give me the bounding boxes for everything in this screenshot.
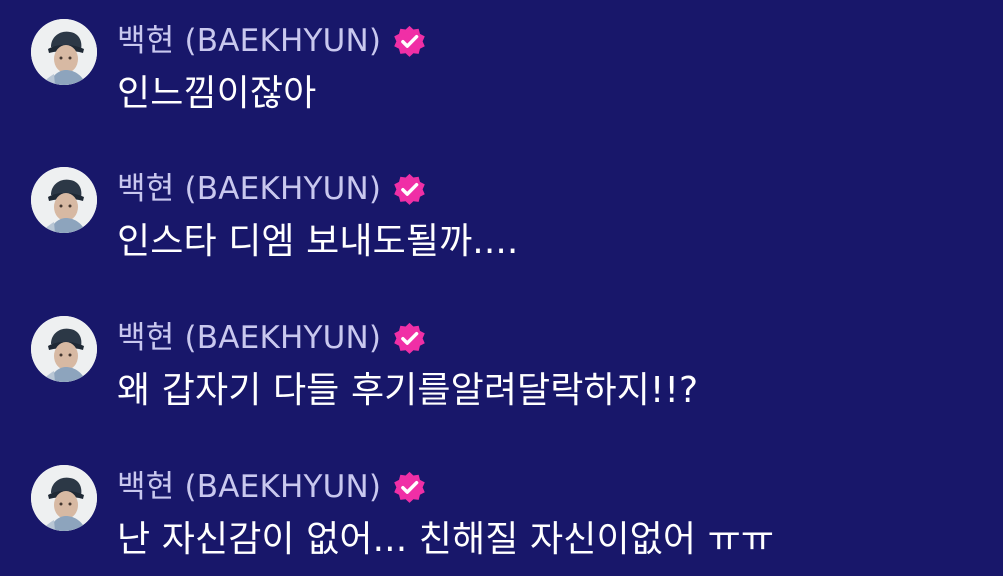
avatar[interactable]: [31, 465, 97, 531]
author-row: 백현 (BAEKHYUN): [117, 167, 426, 211]
author-name[interactable]: 백현 (BAEKHYUN): [117, 19, 381, 63]
avatar[interactable]: [31, 316, 97, 382]
author-row: 백현 (BAEKHYUN): [117, 316, 426, 360]
message-text: 인스타 디엠 보내도될까....: [117, 221, 519, 262]
profile-photo-icon: [31, 167, 97, 233]
message-item: 백현 (BAEKHYUN) 인느낌이잖아: [0, 0, 1003, 130]
message-text: 왜 갑자기 다들 후기를알려달락하지!!?: [117, 370, 699, 411]
avatar[interactable]: [31, 167, 97, 233]
verified-badge-icon: [394, 471, 425, 503]
message-feed: 백현 (BAEKHYUN) 인느낌이잖아 백현 (BAEKHYUN) 인스타 디…: [0, 0, 1003, 560]
author-name[interactable]: 백현 (BAEKHYUN): [117, 167, 381, 211]
profile-photo-icon: [31, 19, 97, 85]
verified-badge-icon: [394, 173, 425, 205]
profile-photo-icon: [31, 316, 97, 382]
profile-photo-icon: [31, 465, 97, 531]
author-row: 백현 (BAEKHYUN): [117, 465, 426, 509]
message-text: 난 자신감이 없어... 친해질 자신이없어 ㅠㅠ: [117, 519, 775, 560]
message-item: 백현 (BAEKHYUN) 왜 갑자기 다들 후기를알려달락하지!!?: [0, 297, 1003, 427]
verified-badge-icon: [394, 25, 425, 57]
author-row: 백현 (BAEKHYUN): [117, 19, 426, 63]
message-item: 백현 (BAEKHYUN) 인스타 디엠 보내도될까....: [0, 148, 1003, 278]
avatar[interactable]: [31, 19, 97, 85]
verified-badge-icon: [394, 322, 425, 354]
author-name[interactable]: 백현 (BAEKHYUN): [117, 465, 381, 509]
message-item: 백현 (BAEKHYUN) 난 자신감이 없어... 친해질 자신이없어 ㅠㅠ: [0, 446, 1003, 576]
author-name[interactable]: 백현 (BAEKHYUN): [117, 316, 381, 360]
message-text: 인느낌이잖아: [117, 73, 317, 114]
